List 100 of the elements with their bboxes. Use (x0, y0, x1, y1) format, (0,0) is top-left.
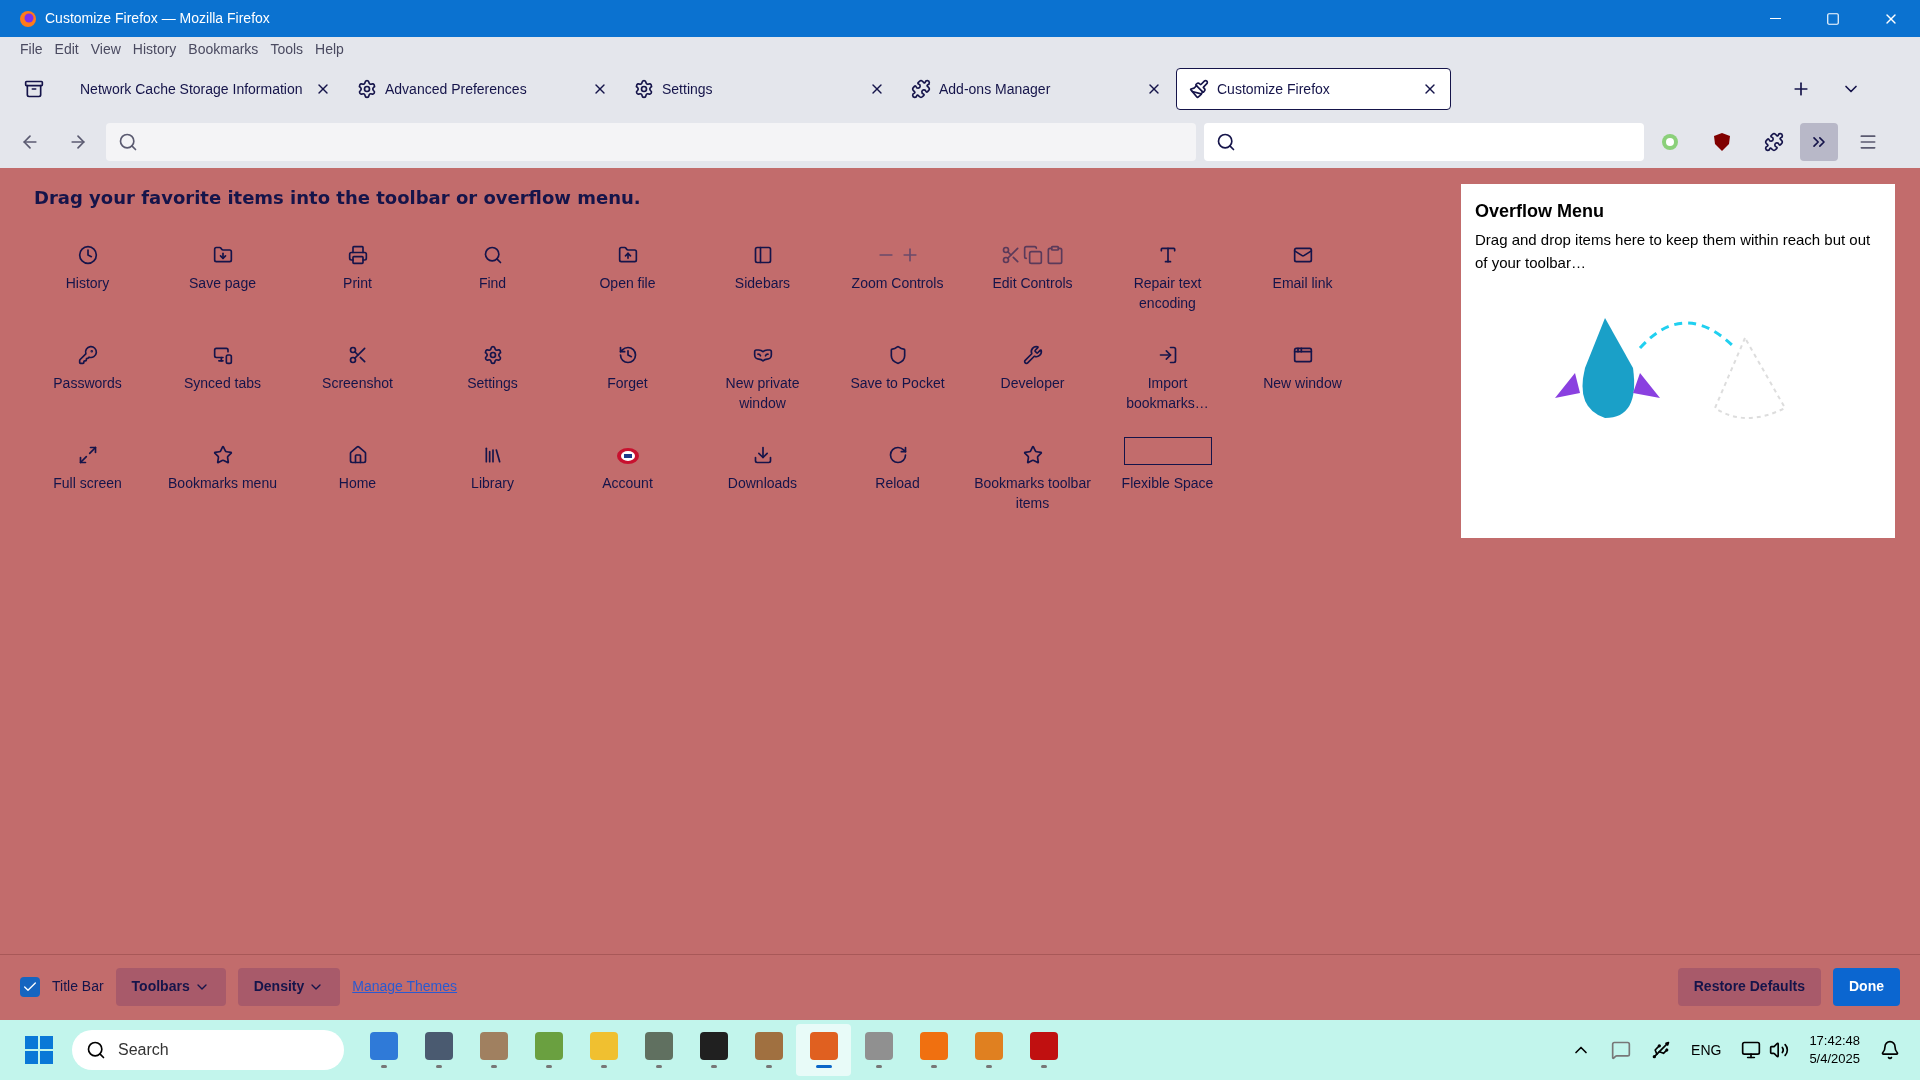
overflow-button[interactable] (1800, 123, 1838, 161)
menu-item[interactable]: View (84, 39, 127, 60)
palette-item[interactable]: Synced tabs (155, 335, 290, 435)
item-label: Repair text encoding (1132, 274, 1203, 313)
palette-item[interactable]: Library (425, 435, 560, 535)
clock-time: 17:42:48 (1809, 1032, 1860, 1050)
window-title: Customize Firefox — Mozilla Firefox (45, 9, 270, 28)
clock-date: 5/4/2025 (1809, 1050, 1860, 1068)
palette-item[interactable]: Forget (560, 335, 695, 435)
item-label: Synced tabs (182, 374, 263, 393)
folder-icon (212, 245, 233, 265)
palette-item[interactable]: Screenshot (290, 335, 425, 435)
item-label: Flexible Space (1120, 474, 1215, 493)
item-label: Reload (874, 474, 921, 493)
item-label: New private window (724, 374, 801, 413)
palette-item[interactable]: Developer (965, 335, 1100, 435)
shield-extension-icon[interactable] (1712, 132, 1732, 152)
palette-item[interactable]: Settings (425, 335, 560, 435)
item-label: New window (1262, 374, 1343, 393)
palette-item[interactable]: Edit Controls (965, 235, 1100, 335)
cut-copy-paste-icon (1000, 245, 1065, 265)
palette-item[interactable]: Save to Pocket (830, 335, 965, 435)
menu-item[interactable]: Bookmarks (182, 39, 265, 60)
clock-icon (77, 245, 98, 265)
search-field[interactable] (1204, 123, 1644, 161)
palette-item[interactable]: Open file (560, 235, 695, 335)
star-icon (212, 445, 233, 465)
item-label: Zoom Controls (850, 274, 945, 293)
star-icon (1022, 445, 1043, 465)
palette-item[interactable]: Save page (155, 235, 290, 335)
address-field[interactable] (106, 123, 1196, 161)
settings-icon (482, 345, 503, 365)
account-icon (615, 447, 640, 465)
palette-item[interactable]: Bookmarks menu (155, 435, 290, 535)
tab[interactable]: Add-ons Manager (899, 68, 1174, 110)
devices-icon (212, 345, 233, 365)
tab[interactable]: Customize Firefox (1176, 68, 1451, 110)
palette-item[interactable]: New window (1235, 335, 1370, 435)
tab-label: Advanced Preferences (385, 79, 527, 99)
palette-item[interactable]: Print (290, 235, 425, 335)
tab[interactable]: Network Cache Storage Information (68, 68, 343, 110)
checkbox[interactable] (20, 976, 40, 997)
tab[interactable]: Settings (622, 68, 897, 110)
import-icon (1157, 345, 1178, 365)
palette-item[interactable]: Sidebars (695, 235, 830, 335)
menu-item[interactable]: History (126, 39, 183, 60)
menu-item[interactable]: Help (309, 39, 350, 60)
item-label: Home (337, 474, 378, 493)
notification-icon[interactable] (1880, 1040, 1900, 1060)
done-button[interactable]: Done (1833, 967, 1900, 1006)
folder-icon (617, 245, 638, 265)
scissors-icon (347, 345, 368, 365)
usb-icon[interactable] (1651, 1040, 1672, 1060)
start-icon[interactable] (24, 1035, 54, 1065)
search-icon (1216, 132, 1236, 152)
item-label: History (64, 274, 111, 293)
toolbars-dropdown[interactable]: Toolbars (115, 967, 226, 1006)
panel-text: Drag and drop items here to keep them within reach but out of your toolbar… (1475, 230, 1872, 273)
window-icon (1292, 345, 1313, 365)
item-label: Downloads (726, 474, 799, 493)
home-icon (347, 445, 368, 465)
palette-item[interactable]: Home (290, 435, 425, 535)
download-icon (752, 445, 773, 465)
palette-item[interactable]: Bookmarks toolbar items (965, 435, 1100, 535)
reload-icon (887, 445, 908, 465)
language-indicator[interactable]: ENG (1691, 1039, 1722, 1061)
palette-item[interactable]: Import bookmarks… (1100, 335, 1235, 435)
palette-item[interactable]: Account (560, 435, 695, 535)
item-label: Account (601, 474, 654, 493)
tab-label: Add-ons Manager (939, 79, 1051, 99)
restore-defaults-button[interactable]: Restore Defaults (1677, 967, 1821, 1006)
palette-item[interactable]: Downloads (695, 435, 830, 535)
puzzle-icon[interactable] (1764, 132, 1784, 152)
palette-item[interactable]: History (20, 235, 155, 335)
palette-item[interactable]: Email link (1235, 235, 1370, 335)
tab[interactable]: Advanced Preferences (345, 68, 620, 110)
chat-icon[interactable] (1611, 1040, 1632, 1060)
palette-item[interactable]: Passwords (20, 335, 155, 435)
menu-item[interactable]: File (14, 39, 49, 60)
item-label: Sidebars (733, 274, 792, 293)
palette-item[interactable]: Flexible Space (1100, 435, 1235, 535)
item-label: Screenshot (321, 374, 394, 393)
browser-logo-icon (19, 9, 37, 28)
puzzle-icon (911, 79, 931, 99)
item-label: Find (477, 274, 508, 293)
taskbar-search-field[interactable]: Search (72, 1030, 344, 1070)
wrench-icon (1022, 345, 1043, 365)
density-dropdown[interactable]: Density (237, 967, 341, 1006)
palette-item[interactable]: Find (425, 235, 560, 335)
menu-item[interactable]: Tools (264, 39, 310, 60)
menu-item[interactable]: Edit (48, 39, 85, 60)
palette-item[interactable]: Reload (830, 435, 965, 535)
network-icon[interactable] (1741, 1040, 1762, 1060)
palette-item[interactable]: Repair text encoding (1100, 235, 1235, 335)
palette-item[interactable]: Zoom Controls (830, 235, 965, 335)
menu-icon[interactable] (1858, 132, 1878, 152)
palette-item[interactable]: New private window (695, 335, 830, 435)
volume-icon[interactable] (1769, 1040, 1790, 1060)
palette-item[interactable]: Full screen (20, 435, 155, 535)
key-icon (77, 345, 98, 365)
